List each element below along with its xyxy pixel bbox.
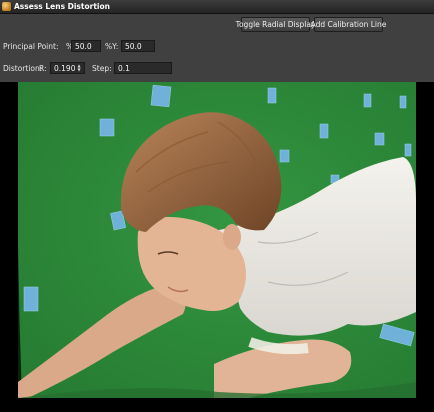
- tracking-marker: [319, 123, 329, 139]
- principal-y-field[interactable]: 50.0: [121, 40, 155, 52]
- step-label: Step:: [92, 64, 112, 73]
- principal-x-field[interactable]: 50.0: [71, 40, 101, 52]
- distortion-r-spinbox[interactable]: 0.190 ▲ ▼: [50, 62, 85, 74]
- tracking-marker: [404, 143, 412, 157]
- tracking-marker: [99, 118, 115, 137]
- distortion-r-label: R:: [39, 64, 47, 73]
- toggle-radial-display-button[interactable]: Toggle Radial Display: [236, 17, 315, 32]
- ear: [223, 224, 241, 250]
- principal-point-label: Principal Point:: [3, 42, 59, 51]
- tracking-marker: [279, 149, 290, 163]
- window-title: Assess Lens Distortion: [14, 2, 110, 11]
- tracking-marker: [399, 95, 407, 109]
- spin-down-icon[interactable]: ▼: [77, 68, 80, 72]
- tracking-marker: [374, 132, 385, 146]
- add-calibration-line-button[interactable]: Add Calibration Line: [311, 17, 386, 32]
- spin-arrows[interactable]: ▲ ▼: [76, 63, 82, 73]
- control-panel: Toggle Radial Display Add Calibration Li…: [0, 14, 434, 90]
- distorted-image-view[interactable]: [18, 82, 416, 398]
- principal-y-label: %Y:: [105, 42, 119, 51]
- step-value: 0.1: [118, 63, 130, 73]
- tracking-marker: [267, 87, 277, 104]
- step-field[interactable]: 0.1: [114, 62, 172, 74]
- bottom-border: [0, 398, 434, 412]
- principal-x-value: 50.0: [75, 41, 92, 51]
- app-icon: [2, 2, 11, 11]
- window-titlebar: Assess Lens Distortion: [0, 0, 434, 14]
- tracking-marker: [363, 93, 372, 108]
- tracking-marker: [150, 84, 172, 108]
- tracking-marker: [23, 286, 39, 312]
- distortion-label: Distortion:: [3, 64, 43, 73]
- distortion-r-value: 0.190: [54, 63, 76, 73]
- principal-y-value: 50.0: [125, 41, 142, 51]
